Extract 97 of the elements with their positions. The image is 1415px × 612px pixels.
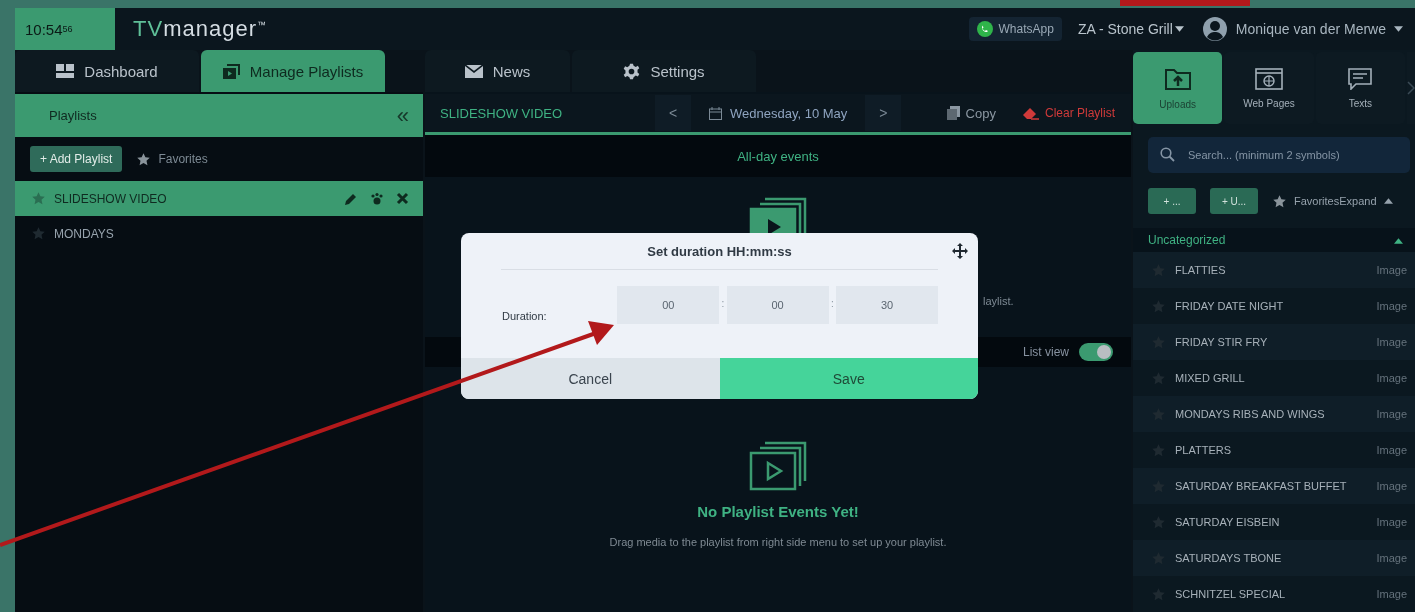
all-day-events-bar: All-day events — [425, 135, 1131, 177]
media-item[interactable]: FLATTIES Image — [1133, 252, 1415, 288]
empty-title: No Playlist Events Yet! — [697, 503, 859, 520]
time-field[interactable]: 00 — [617, 286, 720, 324]
media-name: FRIDAY DATE NIGHT — [1175, 300, 1285, 312]
folder-upload-icon — [1163, 66, 1192, 91]
nav-tab[interactable]: Manage Playlists — [201, 50, 385, 92]
media-type: Image — [1376, 444, 1407, 456]
time-separator: : — [829, 297, 835, 311]
caret-icon — [1394, 26, 1403, 32]
media-item[interactable]: MIXED GRILL Image — [1133, 360, 1415, 396]
collapse-button[interactable]: « — [396, 102, 409, 129]
cancel-button[interactable]: Cancel — [461, 358, 720, 399]
next-day-button[interactable]: > — [865, 95, 902, 131]
media-type: Image — [1376, 336, 1407, 348]
media-name: FLATTIES — [1175, 264, 1227, 276]
media-item[interactable]: FRIDAY STIR FRY Image — [1133, 324, 1415, 360]
media-type: Image — [1376, 372, 1407, 384]
star-icon[interactable] — [1272, 193, 1287, 209]
clear-playlist-button[interactable]: Clear Playlist — [1015, 105, 1121, 121]
media-item[interactable]: SATURDAYS TBONE Image — [1133, 540, 1415, 576]
media-item[interactable]: FRIDAY DATE NIGHT Image — [1133, 288, 1415, 324]
media-item[interactable]: SATURDAY EISBEIN Image — [1133, 504, 1415, 540]
eraser-icon — [1021, 106, 1039, 120]
playlist-item[interactable]: SLIDESHOW VIDEO — [15, 181, 423, 216]
add-media-button[interactable]: + U... — [1210, 188, 1258, 214]
star-icon[interactable] — [31, 191, 46, 206]
add-playlist-button[interactable]: + Add Playlist — [30, 146, 123, 172]
calendar-icon — [709, 106, 722, 120]
copy-icon — [946, 106, 960, 120]
media-type: Image — [1376, 588, 1407, 600]
list-view-toggle[interactable] — [1079, 343, 1113, 361]
date-label: Wednesday, 10 May — [730, 105, 848, 121]
favorites-filter[interactable]: Favorites — [158, 152, 208, 166]
browser-globe-icon — [1255, 67, 1283, 90]
video-stack-outline-icon — [749, 441, 807, 491]
empty-description: laylist. — [983, 295, 1014, 307]
duration-label: Duration: — [502, 310, 548, 322]
caret-icon — [1394, 238, 1403, 244]
previous-day-button[interactable]: < — [655, 95, 691, 131]
message-lines-icon — [1348, 67, 1373, 90]
media-type: Image — [1376, 552, 1407, 564]
dialog-title: Set duration HH:mm:ss — [647, 243, 792, 259]
media-name: SCHNITZEL SPECIAL — [1175, 588, 1287, 600]
copy-button[interactable]: Copy — [940, 104, 1002, 122]
nav-tab[interactable]: Settings — [572, 50, 756, 92]
envelope-icon — [464, 64, 483, 78]
media-type: Image — [1376, 408, 1407, 420]
media-type: Image — [1376, 480, 1407, 492]
media-name: PLATTERS — [1175, 444, 1233, 456]
media-type: Image — [1376, 516, 1407, 528]
search-field[interactable]: Search... (minimum 2 symbols) — [1148, 137, 1410, 173]
chevron-right-icon[interactable] — [1407, 81, 1415, 95]
save-button[interactable]: Save — [719, 358, 978, 399]
category-title: Uncategorized — [1148, 233, 1226, 247]
nav-tab[interactable]: Dashboard — [15, 50, 199, 92]
move-icon[interactable] — [952, 243, 968, 259]
settings-icon — [623, 62, 641, 80]
playlist-title: SLIDESHOW VIDEO — [439, 105, 564, 121]
star-icon[interactable] — [136, 151, 152, 167]
caret-icon — [1383, 198, 1393, 204]
media-item[interactable]: PLATTERS Image — [1133, 432, 1415, 468]
logo: TVmanager$^{™}$ — [133, 16, 267, 42]
add-media-button[interactable]: + ... — [1148, 188, 1196, 214]
media-type: Image — [1376, 264, 1407, 276]
pencil-icon[interactable] — [344, 191, 358, 206]
media-item[interactable]: SCHNITZEL SPECIAL Image — [1133, 576, 1415, 612]
user-name[interactable]: Monique van der Merwe — [1235, 21, 1386, 37]
media-type: Image — [1376, 300, 1407, 312]
time-separator: : — [720, 297, 726, 311]
paw-icon[interactable] — [370, 191, 384, 206]
empty-description: Drag media to the playlist from right side menu to set up your playlist. — [609, 536, 947, 548]
category-header[interactable]: Uncategorized — [1133, 228, 1415, 252]
location-dropdown[interactable]: ZA - Stone Grill — [1077, 21, 1184, 37]
caret-icon — [1174, 26, 1184, 32]
media-item[interactable]: SATURDAY BREAKFAST BUFFET Image — [1133, 468, 1415, 504]
panel-title: Playlists — [49, 108, 97, 123]
whatsapp-button[interactable]: WhatsApp — [968, 17, 1062, 41]
media-name: SATURDAY BREAKFAST BUFFET — [1175, 480, 1348, 492]
media-name: FRIDAY STIR FRY — [1175, 336, 1269, 348]
media-name: MIXED GRILL — [1175, 372, 1246, 384]
time-field[interactable]: 30 — [836, 286, 938, 324]
dashboard-icon — [56, 64, 75, 78]
time-field[interactable]: 00 — [726, 286, 829, 324]
favorites-expand-toggle[interactable]: FavoritesExpand — [1294, 195, 1377, 207]
star-icon[interactable] — [31, 226, 46, 241]
media-name: SATURDAYS TBONE — [1175, 552, 1283, 564]
user-avatar-icon — [1201, 16, 1228, 42]
media-name: SATURDAY EISBEIN — [1175, 516, 1281, 528]
nav-tab[interactable]: News — [425, 50, 570, 92]
clock: 10:5456 — [15, 8, 115, 50]
playlist-item[interactable]: MONDAYS — [15, 216, 423, 251]
close-icon[interactable] — [396, 192, 409, 205]
media-item[interactable]: MONDAYS RIBS AND WINGS Image — [1133, 396, 1415, 432]
list-view-label: List view — [1023, 345, 1069, 359]
media-name: MONDAYS RIBS AND WINGS — [1175, 408, 1326, 420]
play-stack-icon — [222, 63, 240, 79]
